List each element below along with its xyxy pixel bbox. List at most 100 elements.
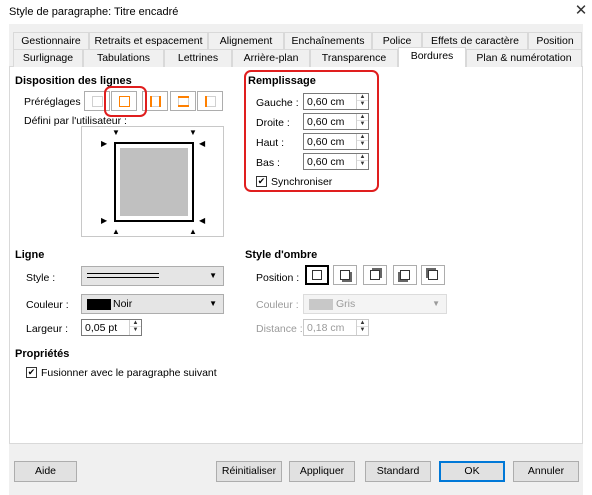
close-icon[interactable]: ✕ bbox=[572, 2, 590, 20]
padding-bottom-spinbox[interactable]: 0,60 cm ▲ ▼ bbox=[303, 153, 369, 170]
tab-bordures[interactable]: Bordures bbox=[398, 47, 466, 67]
window-right-edge bbox=[583, 24, 592, 495]
tab-alignement[interactable]: Alignement bbox=[208, 32, 284, 50]
arrow-up-icon: ▲ bbox=[112, 227, 120, 236]
shadow-distance-value: 0,18 cm bbox=[307, 322, 345, 334]
preset-top-bottom-button[interactable] bbox=[170, 91, 196, 111]
padding-highlight-box bbox=[244, 70, 379, 192]
preview-border bbox=[114, 142, 194, 222]
standard-button[interactable]: Standard bbox=[365, 461, 431, 482]
line-width-label: Largeur : bbox=[26, 323, 69, 335]
window-left-edge bbox=[0, 24, 9, 495]
preset-left-line bbox=[150, 96, 152, 107]
merge-label: Fusionner avec le paragraphe suivant bbox=[41, 367, 217, 379]
arrow-down-icon: ▼ bbox=[112, 128, 120, 137]
shadow-none-icon bbox=[312, 270, 322, 280]
ok-button[interactable]: OK bbox=[439, 461, 505, 482]
line-style-label: Style : bbox=[26, 272, 56, 284]
shadow-color-value: Gris bbox=[336, 298, 356, 310]
shadow-position-label: Position : bbox=[256, 272, 300, 284]
reset-button[interactable]: Réinitialiser bbox=[216, 461, 282, 482]
padding-right-spinbox[interactable]: 0,60 cm ▲ ▼ bbox=[303, 113, 369, 130]
shadow-bottom-left-icon bbox=[400, 270, 410, 280]
line-width-spinbox[interactable]: 0,05 pt ▲ ▼ bbox=[81, 319, 142, 336]
arrow-right-icon: ▶ bbox=[101, 139, 108, 148]
spin-up-icon[interactable]: ▲ bbox=[357, 134, 368, 141]
spin-down-icon[interactable]: ▼ bbox=[357, 141, 368, 148]
preset-bottom-line bbox=[178, 105, 189, 107]
window-title: Style de paragraphe: Titre encadré bbox=[9, 6, 179, 18]
spin-up-icon[interactable]: ▲ bbox=[357, 154, 368, 161]
tab-surlignage[interactable]: Surlignage bbox=[13, 49, 83, 67]
help-button[interactable]: Aide bbox=[14, 461, 77, 482]
line-width-value: 0,05 pt bbox=[85, 322, 118, 334]
cancel-button[interactable]: Annuler bbox=[513, 461, 579, 482]
spin-up-icon[interactable]: ▲ bbox=[357, 114, 368, 121]
shadow-distance-label: Distance : bbox=[256, 323, 303, 335]
shadow-bottom-left-button[interactable] bbox=[393, 265, 417, 285]
tab-plan-numerotation[interactable]: Plan & numérotation bbox=[466, 49, 582, 67]
padding-bottom-label: Bas : bbox=[256, 157, 280, 169]
padding-top-spin-buttons: ▲ ▼ bbox=[356, 134, 368, 149]
tab-lettrines[interactable]: Lettrines bbox=[164, 49, 232, 67]
tab-tabulations[interactable]: Tabulations bbox=[83, 49, 164, 67]
spin-down-icon[interactable]: ▼ bbox=[357, 327, 368, 334]
shadow-color-swatch bbox=[309, 299, 333, 310]
preset-none-icon bbox=[92, 96, 103, 107]
spin-up-icon[interactable]: ▲ bbox=[357, 320, 368, 327]
chevron-down-icon: ▼ bbox=[209, 271, 217, 280]
shadow-top-right-icon bbox=[370, 270, 380, 280]
spin-down-icon[interactable]: ▼ bbox=[357, 161, 368, 168]
padding-bottom-value: 0,60 cm bbox=[307, 156, 345, 168]
spin-down-icon[interactable]: ▼ bbox=[357, 121, 368, 128]
padding-left-value: 0,60 cm bbox=[307, 96, 345, 108]
tab-arriere-plan[interactable]: Arrière-plan bbox=[232, 49, 310, 67]
shadow-bottom-right-button[interactable] bbox=[333, 265, 357, 285]
presets-label: Préréglages : bbox=[24, 96, 87, 108]
sync-label: Synchroniser bbox=[271, 176, 333, 188]
line-color-label: Couleur : bbox=[26, 299, 69, 311]
padding-right-value: 0,60 cm bbox=[307, 116, 345, 128]
chevron-down-icon: ▼ bbox=[432, 299, 440, 308]
tab-transparence[interactable]: Transparence bbox=[310, 49, 398, 67]
spin-up-icon[interactable]: ▲ bbox=[357, 94, 368, 101]
tab-retraits-espacement[interactable]: Retraits et espacement bbox=[89, 32, 208, 50]
shadow-color-label: Couleur : bbox=[256, 299, 299, 311]
line-color-dropdown[interactable]: Noir ▼ bbox=[81, 294, 224, 314]
shadow-top-right-button[interactable] bbox=[363, 265, 387, 285]
padding-heading: Remplissage bbox=[248, 75, 316, 87]
properties-heading: Propriétés bbox=[15, 348, 70, 360]
padding-top-value: 0,60 cm bbox=[307, 136, 345, 148]
sync-checkbox[interactable]: ✔ bbox=[256, 176, 267, 187]
tab-enchainements[interactable]: Enchaînements bbox=[284, 32, 372, 50]
preset-top-line bbox=[178, 96, 189, 98]
line-color-swatch bbox=[87, 299, 111, 310]
line-color-value: Noir bbox=[113, 298, 133, 310]
spin-up-icon[interactable]: ▲ bbox=[130, 320, 141, 327]
spin-down-icon[interactable]: ▼ bbox=[357, 101, 368, 108]
padding-left-spinbox[interactable]: 0,60 cm ▲ ▼ bbox=[303, 93, 369, 110]
padding-bottom-spin-buttons: ▲ ▼ bbox=[356, 154, 368, 169]
tab-position[interactable]: Position bbox=[528, 32, 582, 50]
apply-button[interactable]: Appliquer bbox=[289, 461, 355, 482]
arrow-right-icon: ▶ bbox=[101, 216, 108, 225]
shadow-distance-spinbox[interactable]: 0,18 cm ▲ ▼ bbox=[303, 319, 369, 336]
line-style-dropdown[interactable]: ▼ bbox=[81, 266, 224, 286]
preset-highlight-box bbox=[104, 86, 147, 117]
shadow-top-left-button[interactable] bbox=[421, 265, 445, 285]
line-width-spin-buttons: ▲ ▼ bbox=[129, 320, 141, 335]
shadow-color-dropdown[interactable]: Gris ▼ bbox=[303, 294, 447, 314]
arrow-left-icon: ◀ bbox=[199, 216, 206, 225]
line-heading: Ligne bbox=[15, 249, 45, 261]
padding-top-spinbox[interactable]: 0,60 cm ▲ ▼ bbox=[303, 133, 369, 150]
spin-down-icon[interactable]: ▼ bbox=[130, 327, 141, 334]
shadow-top-left-icon bbox=[428, 270, 438, 280]
padding-right-spin-buttons: ▲ ▼ bbox=[356, 114, 368, 129]
merge-checkbox[interactable]: ✔ bbox=[26, 367, 37, 378]
shadow-heading: Style d'ombre bbox=[245, 249, 318, 261]
shadow-none-button[interactable] bbox=[305, 265, 329, 285]
shadow-bottom-right-icon bbox=[340, 270, 350, 280]
tab-gestionnaire[interactable]: Gestionnaire bbox=[13, 32, 89, 50]
chevron-down-icon: ▼ bbox=[209, 299, 217, 308]
preset-left-only-button[interactable] bbox=[197, 91, 223, 111]
